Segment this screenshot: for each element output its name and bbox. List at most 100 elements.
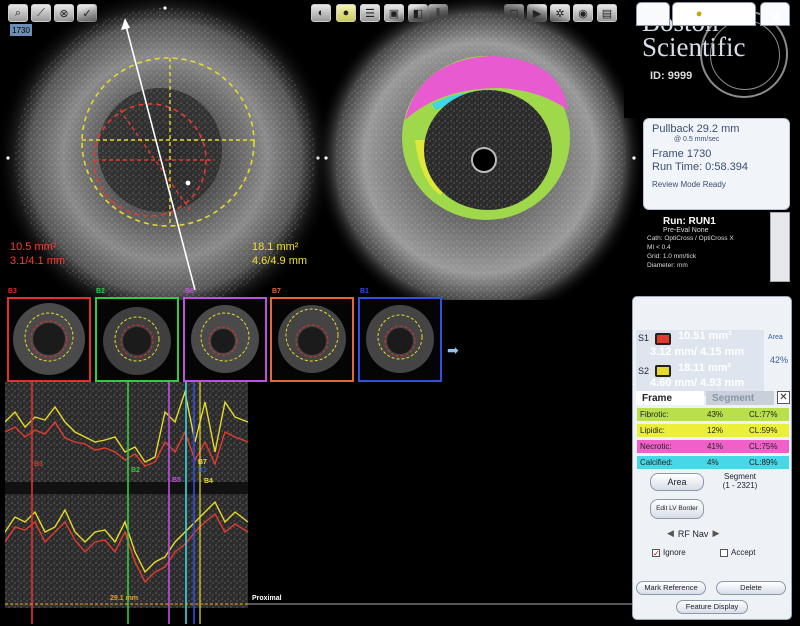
side-scrollbar[interactable] — [770, 212, 790, 282]
mode-status: Review Mode Ready — [652, 180, 726, 189]
s1-area: 10.51 mm² — [678, 330, 732, 342]
thumbnail-label: B1 — [360, 288, 369, 295]
s2-area: 18.11 mm² — [678, 362, 732, 374]
delete-button[interactable]: Delete — [716, 581, 786, 595]
catheter-info: Cath: OptiCross / OptiCross X — [647, 235, 734, 242]
edit-lv-border-label: Edit LV Border — [656, 505, 698, 512]
delete-label: Delete — [740, 583, 762, 592]
segment-info: Segment (1 - 2321) — [720, 472, 760, 490]
ignore-label: Ignore — [663, 548, 686, 557]
s2-label: S2 — [638, 366, 650, 376]
bookmark-thumbnail[interactable] — [183, 297, 267, 382]
ignore-checkbox[interactable]: ✓ Ignore — [652, 548, 686, 557]
tissue-percent: 41% — [707, 442, 724, 451]
feature-display-label: Feature Display — [685, 602, 739, 611]
nav-right-icon[interactable]: ▶ — [712, 528, 719, 539]
diameter-info: Diameter: mm — [647, 262, 688, 269]
ivus-cross-section-view[interactable] — [0, 0, 640, 300]
tab-frame[interactable]: Frame — [636, 391, 704, 405]
tissue-percent: 43% — [707, 410, 724, 419]
run-time: Run Time: 0:58.394 — [652, 161, 749, 173]
s1-label: S1 — [638, 333, 650, 343]
s2-color-swatch[interactable] — [655, 365, 671, 377]
pullback-length: Pullback 29.2 mm — [652, 123, 740, 135]
mark-reference-button[interactable]: Mark Reference — [636, 581, 706, 595]
tissue-confidence: CL:77% — [749, 410, 778, 419]
close-icon[interactable]: ✕ — [777, 391, 790, 404]
pre-eval: Pre-Eval None — [663, 227, 709, 234]
segment-range: (1 - 2321) — [722, 481, 758, 490]
marker-label: B4 — [204, 478, 213, 485]
thumbnail-label: B2 — [96, 288, 105, 295]
tissue-name: Necrotic: — [640, 442, 672, 451]
composition-row: Lipidic: 12% CL:59% — [637, 424, 789, 437]
longitudinal-view[interactable] — [5, 382, 633, 624]
bookmark-thumbnail[interactable] — [7, 297, 91, 382]
thumbnail-label: B7 — [272, 288, 281, 295]
tab-chat[interactable]: ○ — [636, 2, 670, 26]
pullback-info-card: Pullback 29.2 mm @ 0.5 mm/sec Frame 1730… — [643, 118, 790, 210]
tab-imap[interactable]: ● iMap — [672, 2, 756, 26]
tab-imap-label: iMap — [708, 8, 733, 20]
marker-label: B5 — [172, 477, 181, 484]
rf-nav: ◀ RF Nav ▶ — [667, 528, 719, 539]
vessel-diameter-text: 4.6/4.9 mm — [252, 255, 308, 267]
lumen-diameter-text: 3.1/4.1 mm — [10, 255, 66, 267]
marker-label: B7 — [198, 459, 207, 466]
tissue-name: Calcified: — [640, 458, 673, 467]
checkmark-icon: ✓ — [652, 548, 660, 558]
marker-label: B2 — [131, 467, 140, 474]
accept-checkbox[interactable]: Accept — [720, 548, 755, 557]
tissue-confidence: CL:75% — [749, 442, 778, 451]
run-info: Run: RUN1 Pre-Eval None Cath: OptiCross … — [643, 216, 783, 270]
s1-color-swatch[interactable] — [655, 333, 671, 345]
frame-number: Frame 1730 — [652, 148, 712, 160]
speech-icon: ○ — [649, 8, 657, 20]
area-tag: Area — [768, 334, 783, 341]
lumen-area-text: 10.5 mm² — [10, 241, 57, 253]
segment-length: 29.1 mm — [110, 595, 139, 602]
tissue-percent: 4% — [707, 458, 719, 467]
feature-display-button[interactable]: Feature Display — [676, 600, 748, 614]
rf-nav-label: RF Nav — [677, 528, 709, 539]
segment-label: Segment — [723, 472, 757, 481]
thumbnail-label: B3 — [8, 288, 17, 295]
checkbox-box — [720, 548, 728, 557]
tissue-name: Lipidic: — [640, 426, 665, 435]
composition-row: Calcified: 4% CL:89% — [637, 456, 789, 469]
s1-diameters: 3.12 mm/ 4.15 mm — [650, 346, 745, 358]
bookmark-thumbnail[interactable] — [270, 297, 354, 382]
tab-frame-label: Frame — [642, 392, 673, 404]
mark-reference-label: Mark Reference — [644, 583, 698, 592]
accept-label: Accept — [731, 548, 756, 557]
mi-info: MI < 0.4 — [647, 244, 671, 251]
grid-info: Grid: 1.0 mm/tick — [647, 253, 697, 260]
tissue-confidence: CL:89% — [749, 458, 778, 467]
thumbnail-label: B6 — [185, 288, 194, 295]
vessel-area-text: 18.1 mm² — [252, 241, 299, 253]
lightbulb-icon: ● — [695, 8, 703, 20]
proximal-label: Proximal — [252, 595, 282, 602]
tissue-name: Fibrotic: — [640, 410, 669, 419]
pullback-speed: @ 0.5 mm/sec — [674, 136, 720, 143]
bookmark-thumbnail[interactable] — [358, 297, 442, 382]
area-percent: 42% — [770, 355, 789, 365]
patient-id-label: ID: 9999 — [650, 70, 693, 82]
tab-segment[interactable]: Segment — [706, 391, 774, 405]
marker-label: B1 — [198, 467, 207, 474]
area-button[interactable]: Area — [650, 473, 704, 491]
nav-left-icon[interactable]: ◀ — [667, 528, 674, 539]
marker-label: B3 — [34, 461, 43, 468]
edit-lv-border-button[interactable]: Edit LV Border — [650, 499, 704, 519]
tab-layout[interactable]: ▤ — [760, 2, 790, 26]
tissue-percent: 12% — [707, 426, 724, 435]
composition-row: Necrotic: 41% CL:75% — [637, 440, 789, 453]
tab-segment-label: Segment — [712, 392, 755, 404]
next-arrow-icon[interactable]: ➡ — [447, 342, 459, 359]
bookmark-thumbnail[interactable] — [95, 297, 179, 382]
area-button-label: Area — [667, 477, 687, 487]
composition-row: Fibrotic: 43% CL:77% — [637, 408, 789, 421]
s2-diameters: 4.60 mm/ 4.93 mm — [650, 377, 745, 389]
run-name: Run: RUN1 — [663, 216, 716, 227]
tissue-confidence: CL:59% — [749, 426, 778, 435]
